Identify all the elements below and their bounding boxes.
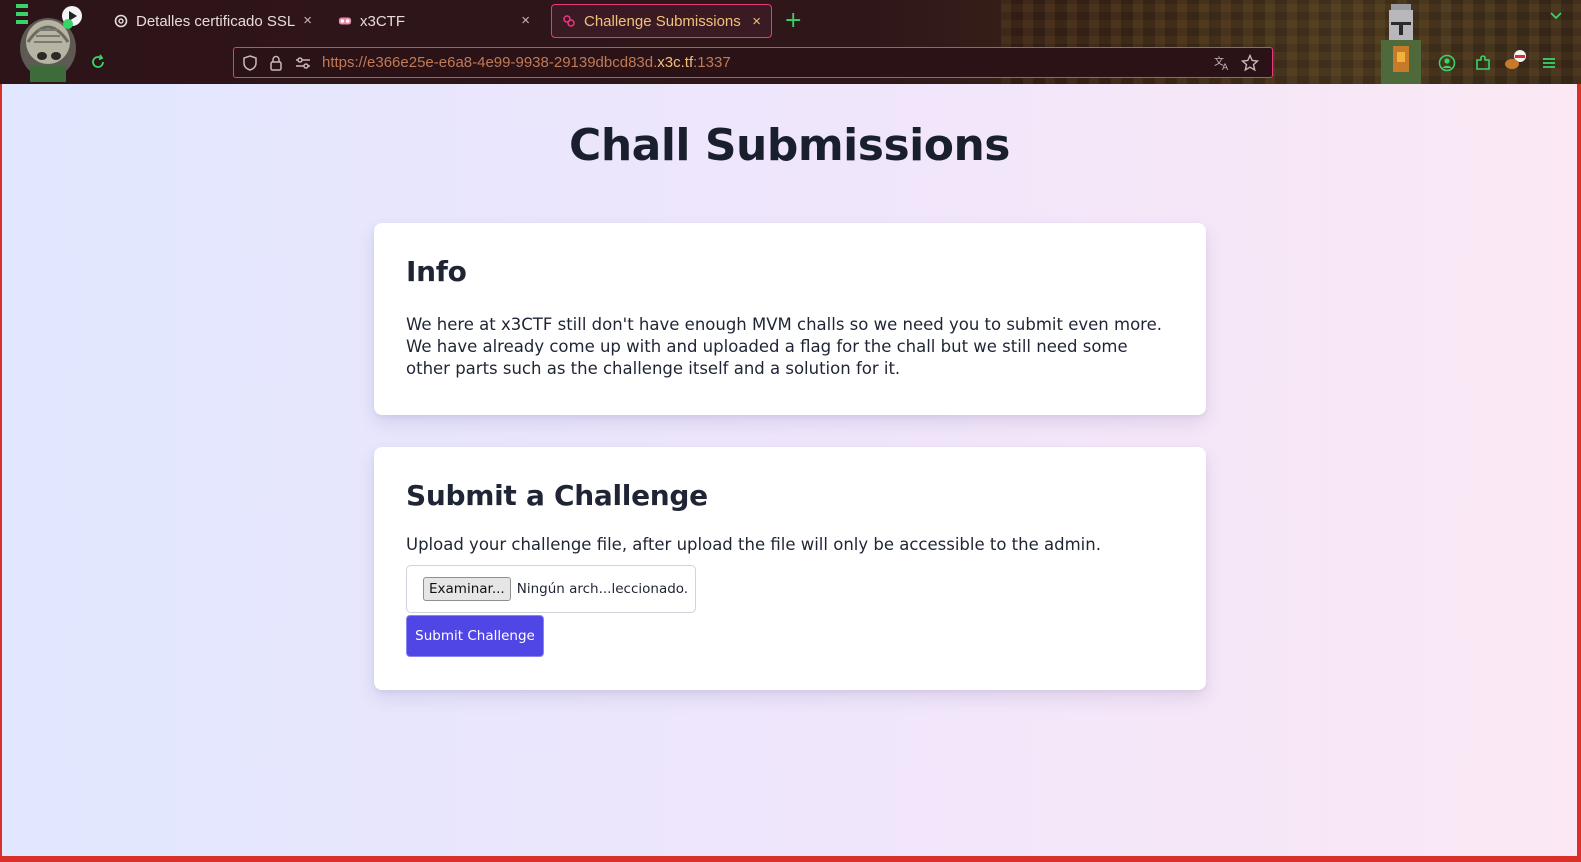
browser-toolbar: Detalles certificado SSL × x3CTF × Chall… <box>0 0 1581 84</box>
info-body-text: We here at x3CTF still don't have enough… <box>406 315 1162 378</box>
mascot-avatar-icon[interactable] <box>14 2 84 84</box>
account-icon[interactable] <box>1438 54 1456 72</box>
address-bar[interactable]: https://e366e25e-e6a8-4e99-9938-29139dbc… <box>233 47 1273 78</box>
url-host: x3c.tf <box>657 54 694 71</box>
close-tab-icon[interactable]: × <box>752 13 761 30</box>
translate-icon[interactable]: 文 A <box>1213 54 1231 72</box>
x3ctf-favicon-icon <box>338 14 352 28</box>
window-border <box>1577 84 1581 856</box>
window-border <box>0 856 1581 862</box>
extension-badge-icon[interactable] <box>1504 48 1526 72</box>
hamburger-menu-icon[interactable] <box>1540 54 1558 72</box>
info-heading: Info <box>406 255 467 288</box>
url-port: :1337 <box>693 54 731 71</box>
reload-icon[interactable] <box>89 53 107 71</box>
page-viewport: Chall Submissions Info We here at x3CTF … <box>2 84 1577 856</box>
openai-favicon-icon <box>114 14 128 28</box>
submit-challenge-button[interactable]: Submit Challenge <box>406 615 544 657</box>
list-all-tabs-chevron-icon[interactable] <box>1549 10 1563 20</box>
upload-description: Upload your challenge file, after upload… <box>406 535 1101 554</box>
file-input[interactable]: Examinar... Ningún arch...leccionado. <box>406 565 696 613</box>
bookmark-star-icon[interactable] <box>1241 54 1259 72</box>
tab-x3ctf[interactable]: x3CTF × <box>328 4 540 38</box>
svg-text:A: A <box>1222 63 1229 72</box>
url-text[interactable]: https://e366e25e-e6a8-4e99-9938-29139dbc… <box>322 54 731 71</box>
challenge-favicon-icon <box>562 14 576 28</box>
submit-challenge-card: Submit a Challenge Upload your challenge… <box>374 447 1206 690</box>
extensions-puzzle-icon[interactable] <box>1474 54 1492 72</box>
page-permissions-icon[interactable] <box>294 54 312 72</box>
new-tab-button[interactable]: + <box>784 9 802 33</box>
tracking-protection-shield-icon[interactable] <box>242 54 258 72</box>
tab-label: x3CTF <box>360 12 405 30</box>
close-tab-icon[interactable]: × <box>521 12 530 29</box>
knight-theme-art <box>1381 4 1421 84</box>
page-title: Chall Submissions <box>569 120 1010 171</box>
file-status-text: Ningún arch...leccionado. <box>516 581 689 597</box>
tab-label: Challenge Submissions <box>584 12 741 30</box>
submit-heading: Submit a Challenge <box>406 479 708 512</box>
browse-file-button[interactable]: Examinar... <box>423 577 511 601</box>
tab-ssl-details[interactable]: Detalles certificado SSL × <box>104 4 322 38</box>
tab-challenge-submissions[interactable]: Challenge Submissions × <box>551 4 772 38</box>
url-prefix: https://e366e25e-e6a8-4e99-9938-29139dbc… <box>322 54 658 71</box>
close-tab-icon[interactable]: × <box>303 12 312 29</box>
lock-icon[interactable] <box>268 54 284 72</box>
tab-label: Detalles certificado SSL <box>136 12 296 30</box>
info-card: Info We here at x3CTF still don't have e… <box>374 223 1206 415</box>
